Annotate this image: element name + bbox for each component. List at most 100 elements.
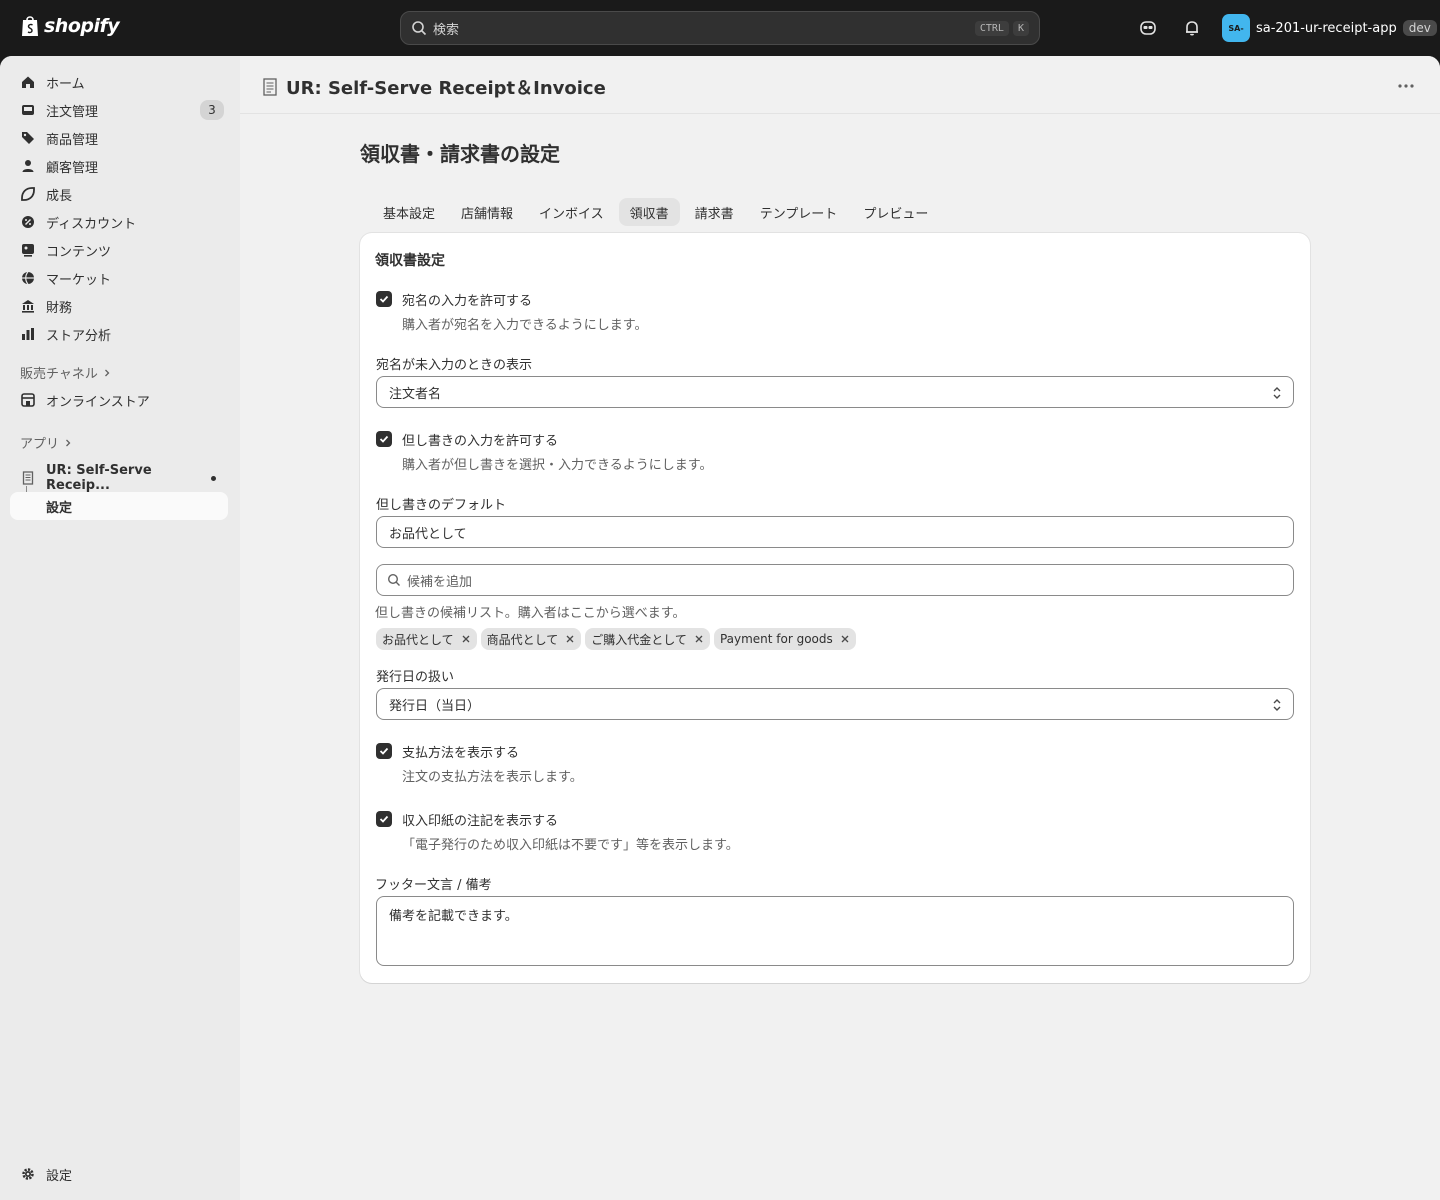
sidebar-item-discounts[interactable]: ディスカウント (10, 208, 228, 236)
card-title: 領収書設定 (375, 253, 445, 269)
sidebar-item-label: 顧客管理 (46, 160, 99, 176)
growth-icon (20, 186, 36, 202)
allow-addressee-checkbox[interactable]: 宛名の入力を許可する (376, 290, 532, 309)
pin-dot (211, 475, 216, 481)
apps-heading[interactable]: アプリ (20, 433, 73, 452)
tab-store-info[interactable]: 店舗情報 (450, 198, 524, 226)
checkbox-checked[interactable] (376, 743, 392, 759)
sidebar-item-label: ホーム (46, 76, 85, 92)
store-name: sa-201-ur-receipt-app (1256, 20, 1397, 36)
discount-icon (20, 214, 36, 230)
tab-receipt[interactable]: 領収書 (618, 198, 680, 226)
admin-frame: ホーム 注文管理 3 商品管理 顧客管理 成長 ディスカウント コンテンツ マー… (0, 56, 1440, 1200)
tab-invoice-system[interactable]: インボイス (528, 198, 615, 226)
page-title: 領収書・請求書の設定 (360, 142, 560, 166)
checkbox-checked[interactable] (376, 811, 392, 827)
checkbox-checked[interactable] (376, 431, 392, 447)
apps-label: アプリ (20, 437, 60, 452)
sidekick-icon[interactable] (1137, 17, 1159, 39)
receipt-icon (20, 470, 36, 486)
candidate-tag: お品代として (376, 628, 477, 650)
search-icon (412, 21, 427, 36)
show-payment-checkbox[interactable]: 支払方法を表示する (376, 742, 519, 761)
field-label: 発行日の扱い (376, 670, 455, 685)
global-search[interactable]: 検索 CTRL K (400, 11, 1040, 45)
textarea-value: 備考を記載できます。 (389, 909, 518, 924)
content-icon (20, 242, 36, 258)
checkbox-checked[interactable] (376, 291, 392, 307)
show-stamp-checkbox[interactable]: 収入印紙の注記を表示する (376, 810, 558, 829)
sidebar-item-orders[interactable]: 注文管理 3 (10, 96, 228, 124)
sidebar-item-products[interactable]: 商品管理 (10, 124, 228, 152)
bell-icon[interactable] (1181, 17, 1203, 39)
sidebar-item-growth[interactable]: 成長 (10, 180, 228, 208)
gear-icon (20, 1166, 36, 1182)
field-label: フッター文言 / 備考 (375, 878, 492, 893)
sidebar-item-app-settings[interactable]: 設定 (10, 492, 228, 520)
person-icon (20, 158, 36, 174)
select-chevron-icon (1273, 699, 1281, 711)
sidebar-item-app[interactable]: UR: Self-Serve Receip... (10, 463, 228, 493)
shortcut-ctrl: CTRL (974, 20, 1009, 36)
empty-addressee-select[interactable]: 注文者名 (376, 376, 1294, 408)
footer-textarea[interactable]: 備考を記載できます。 (376, 896, 1294, 966)
proviso-default-input[interactable]: お品代として (376, 516, 1294, 548)
allow-proviso-checkbox[interactable]: 但し書きの入力を許可する (376, 430, 558, 449)
checkbox-label: 但し書きの入力を許可する (402, 434, 559, 449)
sidebar-item-label: ストア分析 (46, 328, 112, 344)
main-content: UR: Self-Serve Receipt＆Invoice 領収書・請求書の設… (240, 56, 1440, 1200)
sales-channels-heading[interactable]: 販売チャネル (20, 363, 112, 382)
tab-template[interactable]: テンプレート (749, 198, 849, 226)
sidebar-item-markets[interactable]: マーケット (10, 264, 228, 292)
remove-tag-button[interactable] (460, 633, 472, 645)
check-icon (379, 295, 389, 303)
app-title-bar: UR: Self-Serve Receipt＆Invoice (240, 56, 1440, 114)
orders-icon (20, 102, 36, 118)
settings-tabs: 基本設定 店舗情報 インボイス 領収書 請求書 テンプレート プレビュー (372, 198, 939, 226)
chevron-right-icon (104, 369, 110, 376)
shortcut-k: K (1012, 20, 1029, 36)
candidate-tag: ご購入代金として (585, 628, 710, 650)
sidebar-item-analytics[interactable]: ストア分析 (10, 320, 228, 348)
sidebar-item-settings[interactable]: 設定 (10, 1160, 228, 1188)
store-icon (20, 392, 36, 408)
dev-badge: dev (1402, 20, 1437, 36)
sidebar-item-label: 設定 (46, 500, 73, 516)
chevron-right-icon (66, 439, 71, 446)
home-icon (20, 74, 36, 90)
remove-tag-button[interactable] (564, 633, 576, 645)
field-label: 宛名が未入力のときの表示 (376, 358, 533, 373)
sidebar-item-online-store[interactable]: オンラインストア (10, 386, 228, 414)
check-icon (379, 747, 389, 755)
sidebar-item-finance[interactable]: 財務 (10, 292, 228, 320)
check-icon (379, 435, 389, 443)
tab-invoice[interactable]: 請求書 (684, 198, 745, 226)
sidebar-item-label: UR: Self-Serve Receip... (46, 463, 152, 493)
remove-tag-button[interactable] (839, 633, 851, 645)
sidebar: ホーム 注文管理 3 商品管理 顧客管理 成長 ディスカウント コンテンツ マー… (0, 56, 240, 1200)
input-value: お品代として (389, 526, 467, 542)
add-candidate-input[interactable]: 候補を追加 (376, 564, 1294, 596)
sidebar-item-label: コンテンツ (46, 244, 112, 260)
store-switcher[interactable]: SA- sa-201-ur-receipt-app dev (1222, 14, 1437, 42)
tab-preview[interactable]: プレビュー (852, 198, 939, 226)
candidate-tag: 商品代として (480, 628, 582, 650)
checkbox-label: 宛名の入力を許可する (402, 294, 533, 309)
help-text: 「電子発行のため収入印紙は不要です」等を表示します。 (402, 838, 739, 853)
remove-tag-button[interactable] (693, 633, 705, 645)
tag-icon (20, 130, 36, 146)
tag-label: ご購入代金として (591, 632, 687, 647)
close-icon (462, 635, 470, 643)
issue-date-select[interactable]: 発行日（当日） (376, 688, 1294, 720)
checkbox-label: 支払方法を表示する (402, 746, 520, 761)
candidate-tags: お品代として 商品代として ご購入代金として Payment for goods (376, 628, 856, 650)
tab-basic[interactable]: 基本設定 (372, 198, 446, 226)
candidate-tag: Payment for goods (713, 628, 856, 650)
sidebar-item-home[interactable]: ホーム (10, 68, 228, 96)
shopify-logo[interactable]: shopify (20, 14, 120, 38)
receipt-icon (263, 78, 277, 96)
sidebar-item-customers[interactable]: 顧客管理 (10, 152, 228, 180)
sidebar-item-content[interactable]: コンテンツ (10, 236, 228, 264)
field-label: 但し書きのデフォルト (376, 498, 507, 513)
more-actions-button[interactable] (1394, 74, 1418, 98)
